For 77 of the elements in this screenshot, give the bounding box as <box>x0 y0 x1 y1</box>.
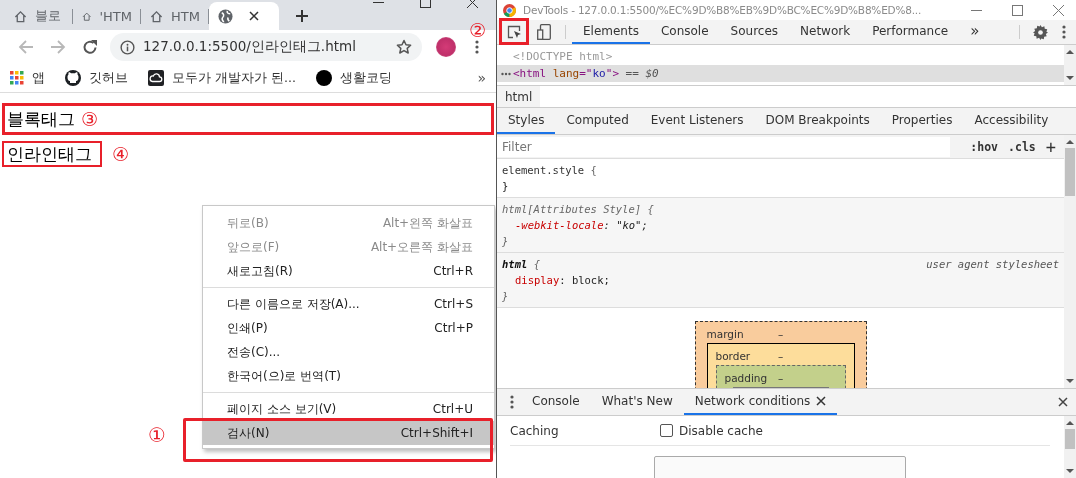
box-label: border <box>715 349 751 362</box>
dom-node[interactable]: <html lang="ko"> == $0 <box>513 67 659 80</box>
menu-item-label: 다른 이름으로 저장(A)... <box>227 295 360 313</box>
closing-brace: } <box>502 289 509 304</box>
panel-tab[interactable]: Network <box>789 20 862 44</box>
annotation-number: ① <box>148 423 166 447</box>
menu-item-label: 한국어(으)로 번역(T) <box>227 367 341 385</box>
annotation-number: ② <box>469 19 487 41</box>
shortcut-label: Ctrl+P <box>434 321 473 335</box>
class-button[interactable]: .cls <box>1008 139 1036 154</box>
panel-tab[interactable]: Console <box>649 20 720 44</box>
window-title: DevTools - 127.0.0.1:5500/%EC%9D%B8%EB%9D%BC%EC%9D%B8%ED%8... <box>523 4 922 16</box>
menu-item-label: 검사(N) <box>227 424 270 442</box>
css-selector: html { <box>502 257 540 272</box>
more-tabs-button[interactable]: » <box>959 20 991 44</box>
menu-item-label: 전송(C)... <box>227 343 281 361</box>
shortcut-label: Alt+왼쪽 화살표 <box>382 214 473 232</box>
address-bar[interactable]: 127.0.0.1:5500/인라인태그.html <box>110 33 422 61</box>
box-label: padding <box>724 371 768 384</box>
closing-brace: } <box>502 179 509 194</box>
menu-item-label: 뒤로(B) <box>227 214 269 232</box>
bookmarks-overflow-button[interactable]: » <box>477 70 486 86</box>
menu-item[interactable]: 다른 이름으로 저장(A)... Ctrl+S <box>203 292 494 316</box>
checkbox-label: Disable cache <box>679 423 763 438</box>
sidebar-tab[interactable]: Accessibility <box>963 108 1060 134</box>
drawer-tab[interactable]: What's New <box>590 389 684 415</box>
sidebar-tab[interactable]: Event Listeners <box>639 108 755 134</box>
menu-item[interactable]: 검사(N) Ctrl+Shift+I <box>203 421 494 445</box>
menu-item-label: 앞으로(F) <box>227 238 280 256</box>
menu-item[interactable]: 전송(C)... <box>203 340 494 364</box>
filter-field[interactable]: Filter <box>497 136 951 157</box>
bookmark[interactable]: 깃허브 <box>65 69 128 87</box>
stylesheet-source: user agent stylesheet <box>926 257 1059 272</box>
setting-label: Caching <box>510 423 560 438</box>
block-text: 블록태그 <box>7 107 75 131</box>
menu-item-label: 페이지 소스 보기(V) <box>227 400 337 418</box>
hover-state-button[interactable]: :hov <box>970 139 999 154</box>
panel-tab[interactable]: Sources <box>719 20 790 44</box>
browser-tab[interactable]: HTM <box>141 2 209 30</box>
breadcrumb-item[interactable]: html <box>497 86 541 107</box>
box-value: – <box>777 349 784 362</box>
css-selector: element.style { <box>502 163 597 178</box>
box-value: – <box>777 327 784 340</box>
menu-item[interactable]: 한국어(으)로 번역(T) <box>203 364 494 388</box>
inline-text: 인라인태그 <box>2 141 102 167</box>
panel-tab[interactable]: Elements <box>572 20 650 44</box>
annotation-number: ④ <box>112 143 130 165</box>
css-selector: html[Attributes Style] { <box>502 202 654 217</box>
box-label: margin <box>706 327 744 340</box>
box-value: – <box>777 371 784 384</box>
browser-tab[interactable]: 'HTM <box>73 2 141 30</box>
shortcut-label: Ctrl+U <box>432 402 473 416</box>
sidebar-tab[interactable]: DOM Breakpoints <box>754 108 881 134</box>
menu-item-label: 새로고침(R) <box>227 262 293 280</box>
menu-item[interactable]: 새로고침(R) Ctrl+R <box>203 259 494 283</box>
browser-tab[interactable]: 블로 <box>5 2 73 30</box>
css-declaration: display: block; <box>514 273 611 288</box>
panel-tab[interactable]: Performance <box>861 20 960 44</box>
shortcut-label: Ctrl+Shift+I <box>400 426 473 440</box>
shortcut-label: Alt+오른쪽 화살표 <box>370 238 473 256</box>
shortcut-label: Ctrl+R <box>433 264 473 278</box>
bookmark[interactable]: 생활코딩 <box>315 69 392 87</box>
annotation-number: ③ <box>81 108 99 130</box>
menu-item-label: 인쇄(P) <box>227 319 268 337</box>
sidebar-tab[interactable]: Properties <box>880 108 964 134</box>
shortcut-label: Ctrl+S <box>433 297 473 311</box>
sidebar-tab[interactable]: Computed <box>555 108 640 134</box>
bookmark[interactable]: 앱 <box>10 69 45 87</box>
menu-item[interactable]: 인쇄(P) Ctrl+P <box>203 316 494 340</box>
bookmark[interactable]: 모두가 개발자가 된... <box>148 69 296 87</box>
new-rule-button[interactable]: + <box>1045 136 1056 157</box>
drawer-tab[interactable]: Console <box>521 389 591 415</box>
closing-brace: } <box>502 234 509 249</box>
css-declaration: -webkit-locale: "ko"; <box>514 218 649 233</box>
menu-item[interactable]: 페이지 소스 보기(V) Ctrl+U <box>203 397 494 421</box>
drawer-tab[interactable]: Network conditions <box>683 389 838 415</box>
url-text: 127.0.0.1:5500/인라인태그.html <box>143 38 357 56</box>
